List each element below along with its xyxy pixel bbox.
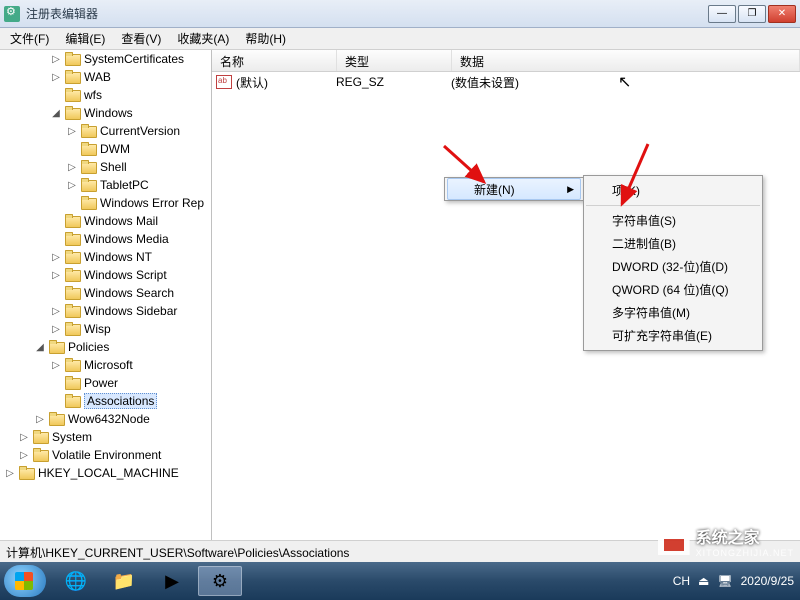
tree-node[interactable]: Windows Search — [0, 284, 211, 302]
ctx-new-expandstring[interactable]: 可扩充字符串值(E) — [584, 324, 762, 347]
folder-icon — [81, 142, 97, 156]
folder-icon — [81, 160, 97, 174]
registry-tree[interactable]: ▷SystemCertificates ▷WAB wfs ◢Windows ▷C… — [0, 50, 212, 540]
watermark-text: 系统之家 — [696, 524, 794, 548]
folder-icon — [65, 376, 81, 390]
taskbar-ie-icon[interactable]: 🌐 — [54, 566, 98, 596]
value-name: (默认) — [236, 74, 336, 91]
list-header: 名称 类型 数据 — [212, 50, 800, 72]
tray-icon[interactable]: 🖥 — [717, 574, 732, 588]
context-menu: 新建(N) ▶ — [444, 177, 584, 201]
folder-icon — [49, 412, 65, 426]
tree-node[interactable]: ▷Wisp — [0, 320, 211, 338]
app-icon — [4, 6, 20, 22]
ime-indicator[interactable]: CH — [673, 574, 690, 588]
ctx-new-binary[interactable]: 二进制值(B) — [584, 232, 762, 255]
tree-node[interactable]: ▷SystemCertificates — [0, 50, 211, 68]
tree-node[interactable]: Power — [0, 374, 211, 392]
folder-icon — [65, 394, 81, 408]
tree-node[interactable]: ▷Windows Script — [0, 266, 211, 284]
col-data[interactable]: 数据 — [452, 50, 800, 71]
menu-favorites[interactable]: 收藏夹(A) — [169, 28, 237, 49]
taskbar-regedit-icon[interactable]: ⚙ — [198, 566, 242, 596]
menu-help[interactable]: 帮助(H) — [237, 28, 294, 49]
status-path: 计算机\HKEY_CURRENT_USER\Software\Policies\… — [6, 546, 349, 560]
tree-node[interactable]: ▷Microsoft — [0, 356, 211, 374]
menu-file[interactable]: 文件(F) — [2, 28, 57, 49]
tray-date[interactable]: 2020/9/25 — [741, 574, 794, 588]
folder-icon — [65, 232, 81, 246]
folder-icon — [49, 340, 65, 354]
folder-icon — [65, 322, 81, 336]
ctx-new-string[interactable]: 字符串值(S) — [584, 209, 762, 232]
folder-icon — [65, 268, 81, 282]
folder-icon — [33, 448, 49, 462]
tray-icon[interactable]: ⏏ — [698, 574, 709, 588]
tree-node[interactable]: ◢Windows — [0, 104, 211, 122]
tree-node[interactable]: ▷Shell — [0, 158, 211, 176]
system-tray[interactable]: CH ⏏ 🖥 2020/9/25 — [673, 574, 794, 588]
taskbar: 🌐 📁 ▶ ⚙ CH ⏏ 🖥 2020/9/25 — [0, 562, 800, 600]
window-buttons: — ❐ ✕ — [708, 5, 796, 23]
col-name[interactable]: 名称 — [212, 50, 337, 71]
watermark-subtext: XITONGZHIJIA.NET — [696, 548, 794, 558]
folder-icon — [65, 304, 81, 318]
close-button[interactable]: ✕ — [768, 5, 796, 23]
value-type: REG_SZ — [336, 75, 451, 89]
tree-node[interactable]: ◢Policies — [0, 338, 211, 356]
folder-icon — [81, 196, 97, 210]
start-button[interactable] — [4, 565, 46, 597]
tree-node[interactable]: ▷Volatile Environment — [0, 446, 211, 464]
folder-icon — [65, 70, 81, 84]
folder-icon — [65, 52, 81, 66]
folder-icon — [19, 466, 35, 480]
tree-node[interactable]: ▷Wow6432Node — [0, 410, 211, 428]
menu-separator — [586, 205, 760, 206]
ctx-new-multistring[interactable]: 多字符串值(M) — [584, 301, 762, 324]
menu-view[interactable]: 查看(V) — [113, 28, 169, 49]
tree-node[interactable]: wfs — [0, 86, 211, 104]
ctx-new-dword[interactable]: DWORD (32-位)值(D) — [584, 255, 762, 278]
ctx-new[interactable]: 新建(N) ▶ — [447, 178, 581, 200]
ctx-new-key[interactable]: 项(K) — [584, 179, 762, 202]
context-submenu-new: 项(K) 字符串值(S) 二进制值(B) DWORD (32-位)值(D) QW… — [583, 175, 763, 351]
folder-icon — [65, 250, 81, 264]
watermark: 系统之家 XITONGZHIJIA.NET — [658, 524, 794, 558]
folder-icon — [65, 358, 81, 372]
tree-node[interactable]: Windows Media — [0, 230, 211, 248]
value-data: (数值未设置) — [451, 74, 800, 91]
taskbar-mediaplayer-icon[interactable]: ▶ — [150, 566, 194, 596]
tree-node[interactable]: Windows Error Rep — [0, 194, 211, 212]
tree-node[interactable]: ▷Windows NT — [0, 248, 211, 266]
folder-icon — [81, 124, 97, 138]
title-bar: 注册表编辑器 — ❐ ✕ — [0, 0, 800, 28]
maximize-button[interactable]: ❐ — [738, 5, 766, 23]
menu-bar: 文件(F) 编辑(E) 查看(V) 收藏夹(A) 帮助(H) — [0, 28, 800, 50]
folder-icon — [65, 214, 81, 228]
minimize-button[interactable]: — — [708, 5, 736, 23]
window-title: 注册表编辑器 — [26, 5, 708, 22]
folder-icon — [33, 430, 49, 444]
tree-node[interactable]: ▷CurrentVersion — [0, 122, 211, 140]
tree-node[interactable]: ▷Windows Sidebar — [0, 302, 211, 320]
watermark-logo-icon — [658, 527, 690, 555]
tree-node[interactable]: ▷TabletPC — [0, 176, 211, 194]
submenu-arrow-icon: ▶ — [567, 184, 574, 195]
string-value-icon — [216, 75, 232, 89]
tree-node[interactable]: Windows Mail — [0, 212, 211, 230]
tree-node[interactable]: ▷HKEY_LOCAL_MACHINE — [0, 464, 211, 482]
folder-icon — [65, 106, 81, 120]
tree-node[interactable]: ▷System — [0, 428, 211, 446]
value-row[interactable]: (默认) REG_SZ (数值未设置) — [212, 72, 800, 92]
tree-node-selected[interactable]: Associations — [0, 392, 211, 410]
folder-icon — [65, 88, 81, 102]
tree-node[interactable]: ▷WAB — [0, 68, 211, 86]
menu-edit[interactable]: 编辑(E) — [57, 28, 113, 49]
col-type[interactable]: 类型 — [337, 50, 452, 71]
tree-node[interactable]: DWM — [0, 140, 211, 158]
folder-icon — [65, 286, 81, 300]
taskbar-explorer-icon[interactable]: 📁 — [102, 566, 146, 596]
ctx-new-qword[interactable]: QWORD (64 位)值(Q) — [584, 278, 762, 301]
folder-icon — [81, 178, 97, 192]
